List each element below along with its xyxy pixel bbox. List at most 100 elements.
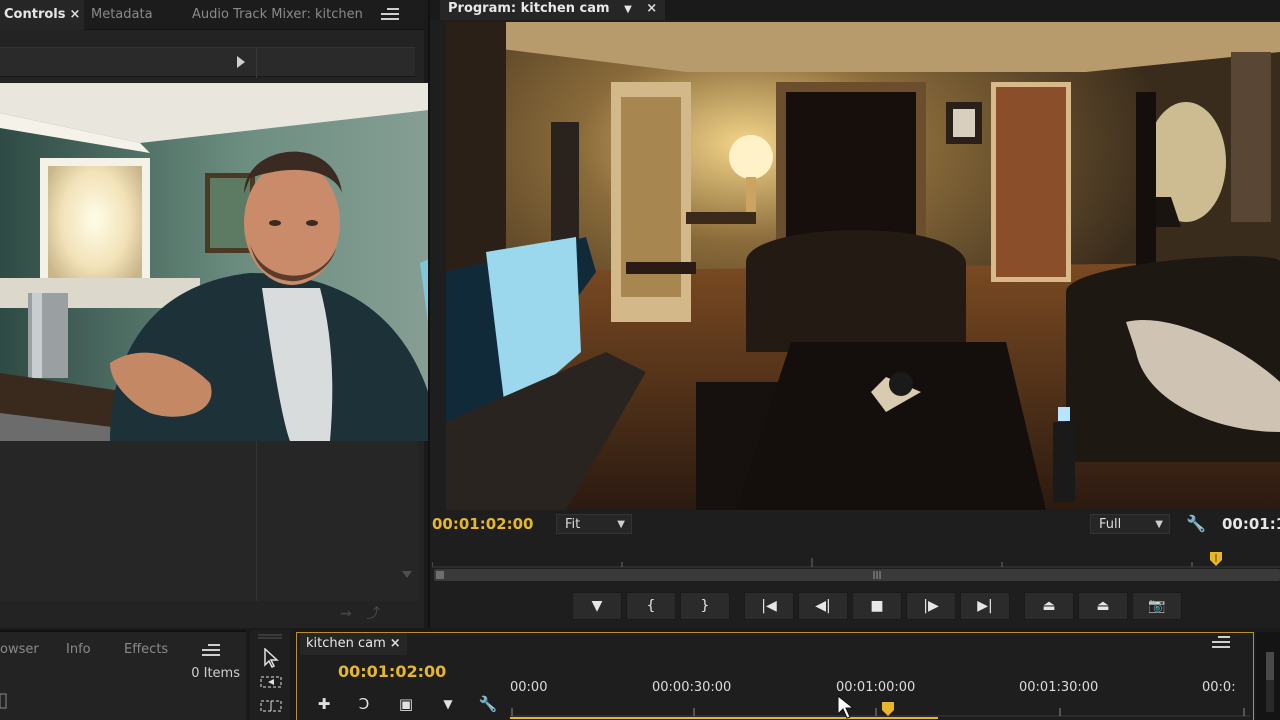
resolution-value: Full [1099,517,1122,532]
zoom-value: Fit [565,517,581,532]
playhead-marker-icon[interactable] [1210,552,1222,566]
extract-icon: ⏏ [1096,598,1110,614]
right-panel-edge [1256,632,1280,720]
ripple-edit-tool[interactable] [258,698,284,720]
track-select-tool[interactable] [258,674,284,696]
tab-program[interactable]: Program: kitchen cam ▼ × [440,0,666,20]
project-panel-tabbar: owser Info Effects [0,638,246,662]
tab-info[interactable]: Info [66,638,91,662]
go-to-in-icon: |◀ [761,598,777,614]
snap-magnet-icon: Ↄ [358,695,370,713]
panel-grip-icon [258,634,282,639]
linked-selection-icon: ▣ [398,695,414,713]
timeline-toolbar: ✚ Ↄ ▣ ▼ 🔧 [300,692,510,718]
close-icon[interactable]: × [646,1,657,16]
mark-out-button[interactable]: } [680,592,730,620]
step-forward-icon: |▶ [923,598,939,614]
marker-icon: ▼ [591,598,603,614]
grip-icon [873,571,881,579]
export-frame-button[interactable]: 📷 [1132,592,1182,620]
list-view-icon[interactable] [0,692,8,710]
extract-button[interactable]: ⏏ [1078,592,1128,620]
timeline-playhead-icon[interactable] [882,702,894,716]
tab-media-browser[interactable]: owser [0,638,39,662]
marker-icon: ▼ [443,697,453,711]
tab-audio-track-mixer[interactable]: Audio Track Mixer: kitchen [192,0,363,30]
track-scrollbar[interactable] [1264,652,1276,712]
linked-selection-button[interactable]: ▣ [392,692,420,716]
program-mini-ruler[interactable] [432,548,1280,568]
ruler-label: 00:00:30:00 [652,680,732,695]
track-select-icon [260,676,282,688]
tab-controls[interactable]: Controls × [0,0,85,30]
wrench-icon[interactable]: 🔧 [1186,514,1206,533]
snap-button[interactable]: Ↄ [350,692,378,716]
panel-menu-icon[interactable] [381,8,399,22]
chevron-down-icon: ▼ [1155,519,1163,530]
insert-sequence-button[interactable]: ✚ [310,692,338,716]
timeline-tab-label: kitchen cam [306,636,386,651]
stop-icon: ■ [870,598,884,614]
chevron-down-icon[interactable]: ▼ [624,4,632,15]
lift-button[interactable]: ⏏ [1024,592,1074,620]
program-video-frame[interactable] [446,22,1280,510]
stop-button[interactable]: ■ [852,592,902,620]
wrench-icon: 🔧 [478,695,498,713]
zoom-dropdown[interactable]: Fit ▼ [556,514,632,534]
step-back-button[interactable]: ◀| [798,592,848,620]
lift-icon: ⏏ [1042,598,1056,614]
tools-panel [250,630,290,720]
chevron-down-icon: ▼ [617,519,625,530]
close-icon[interactable]: × [69,7,80,22]
step-back-icon: ◀| [815,598,831,614]
ruler-label: 00:00 [510,680,548,695]
mark-in-icon: { [646,598,656,614]
timeline-settings-button[interactable]: 🔧 [474,692,502,716]
items-count: 0 Items [191,666,240,681]
ruler-label: 00:01:30:00 [1019,680,1099,695]
timeline-timecode[interactable]: 00:01:02:00 [338,662,446,684]
scroll-down-icon[interactable] [400,441,414,581]
selection-tool[interactable] [258,647,284,670]
camera-icon: 📷 [1148,598,1166,614]
mark-out-icon: } [700,598,710,614]
go-to-in-button[interactable]: |◀ [744,592,794,620]
effect-controls-timeline-area [0,441,418,601]
mouse-cursor-icon [837,694,855,719]
playhead-timecode[interactable]: 00:01:02:00 [432,515,534,533]
program-zoom-scrollbar[interactable] [434,569,1280,581]
timeline-time-ruler[interactable]: 00:00 00:00:30:00 00:01:00:00 00:01:30:0… [510,678,1250,720]
arrow-pointer-icon [264,647,279,669]
tab-effects[interactable]: Effects [124,638,168,662]
resolution-dropdown[interactable]: Full ▼ [1090,514,1170,534]
ripple-edit-icon [260,700,282,712]
step-forward-button[interactable]: |▶ [906,592,956,620]
add-marker-button[interactable]: ▼ [572,592,622,620]
go-to-out-button[interactable]: ▶| [960,592,1010,620]
source-panel-footer-icons: ⇝ ⤴ [340,603,400,623]
go-to-out-icon: ▶| [977,598,993,614]
nest-icon: ✚ [317,695,331,713]
expand-triangle-icon[interactable] [236,56,246,68]
program-monitor-controls: 00:01:02:00 Fit ▼ Full ▼ 🔧 00:01:1 [430,510,1280,540]
duration-timecode: 00:01:1 [1222,515,1280,533]
ruler-ticks [510,702,1250,719]
timeline-menu-icon[interactable] [1212,636,1230,650]
ruler-label: 00:01:00:00 [836,680,916,695]
tab-metadata[interactable]: Metadata [91,0,153,30]
program-tab-label: Program: kitchen cam [448,1,610,16]
close-icon[interactable]: × [390,636,401,651]
source-panel-tabbar: Controls × Metadata Audio Track Mixer: ki… [0,0,424,30]
share-icon[interactable]: ⤴ [366,606,380,622]
tab-timeline-sequence[interactable]: kitchen cam × [300,633,407,655]
tab-controls-label: Controls [4,7,66,22]
source-preview-image [0,83,490,441]
panel-menu-icon[interactable] [202,644,220,658]
effect-controls-header [0,47,415,78]
ruler-label: 00:0: [1202,680,1236,695]
export-frame-icon[interactable]: ⇝ [340,606,352,622]
add-marker-button[interactable]: ▼ [434,692,462,716]
scroll-handle-left-icon[interactable] [434,569,446,581]
transport-controls: ▼ { } |◀ ◀| ■ |▶ ▶| ⏏ ⏏ 📷 [430,592,1280,622]
mark-in-button[interactable]: { [626,592,676,620]
